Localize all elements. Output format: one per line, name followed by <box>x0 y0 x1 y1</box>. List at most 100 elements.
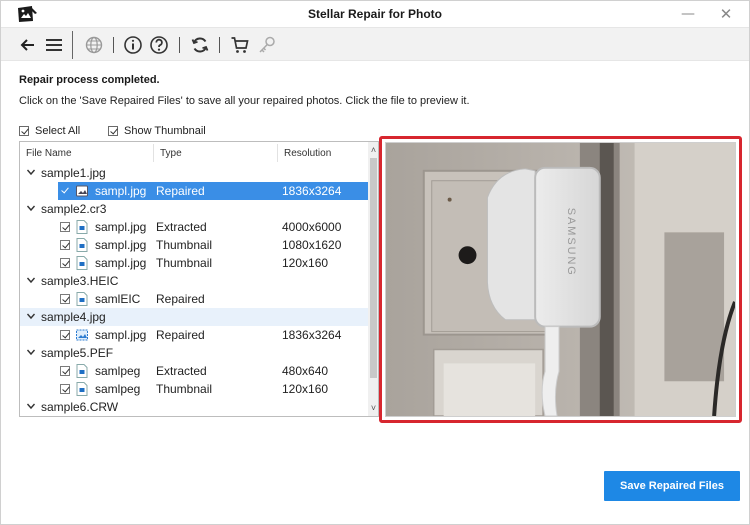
tree-file-row[interactable]: sampl.jpg Thumbnail 120x160 <box>20 254 368 272</box>
tree-file-row[interactable]: samlpeg Extracted 480x640 <box>20 362 368 380</box>
file-icon <box>76 238 88 252</box>
preview-image: SAMSUNG <box>386 143 735 416</box>
file-checkbox[interactable] <box>60 240 70 250</box>
show-thumbnail-checkbox[interactable]: Show Thumbnail <box>108 125 206 137</box>
close-button[interactable]: ✕ <box>711 3 741 25</box>
file-checkbox[interactable] <box>60 366 70 376</box>
globe-icon <box>85 36 103 54</box>
help-button[interactable] <box>148 34 170 56</box>
tree-file-row[interactable]: sampl.jpg Thumbnail 1080x1620 <box>20 236 368 254</box>
tree-file-row[interactable]: sampl.jpg Repaired 1836x3264 <box>20 326 368 344</box>
vertical-scrollbar[interactable]: ˄ ˅ <box>368 142 378 416</box>
file-name: samlEIC <box>95 292 141 306</box>
column-divider[interactable] <box>277 144 278 162</box>
file-name: sampl.jpg <box>95 256 147 270</box>
file-checkbox[interactable] <box>60 330 70 340</box>
chevron-down-icon[interactable] <box>26 347 36 357</box>
file-icon <box>76 220 88 234</box>
show-thumbnail-label: Show Thumbnail <box>124 125 206 137</box>
column-divider[interactable] <box>153 144 154 162</box>
chevron-down-icon[interactable] <box>26 167 36 177</box>
tree-header: File Name Type Resolution <box>20 142 368 164</box>
help-icon <box>150 36 168 54</box>
file-type: Repaired <box>156 328 205 342</box>
tree-file-row[interactable]: samlpeg Thumbnail 120x160 <box>20 380 368 398</box>
tree-group-row[interactable]: sample2.cr3 <box>20 200 368 218</box>
file-resolution: 1836x3264 <box>282 328 342 342</box>
file-name: samlpeg <box>95 364 141 378</box>
column-header-resolution[interactable]: Resolution <box>284 148 331 159</box>
file-type: Repaired <box>156 184 205 198</box>
group-name: sample5.PEF <box>41 346 114 360</box>
chevron-down-icon[interactable] <box>26 275 36 285</box>
activate-button[interactable] <box>256 34 278 56</box>
scrollbar-thumb[interactable] <box>370 158 377 378</box>
chevron-down-icon[interactable] <box>26 203 36 213</box>
image-preview-icon <box>76 329 88 341</box>
hamburger-menu-icon <box>46 39 62 51</box>
chevron-down-icon[interactable] <box>26 401 36 411</box>
brand-text: SAMSUNG <box>565 208 577 277</box>
file-checkbox[interactable] <box>60 222 70 232</box>
group-name: sample1.jpg <box>41 166 106 180</box>
save-repaired-files-button[interactable]: Save Repaired Files <box>604 471 740 501</box>
app-window: Stellar Repair for Photo — ✕ Repair proc… <box>0 0 750 525</box>
tree-group-row[interactable]: sample1.jpg <box>20 164 368 182</box>
tree-file-row[interactable]: samlEIC Repaired <box>20 290 368 308</box>
group-name: sample6.CRW <box>41 400 119 414</box>
file-name: samlpeg <box>95 382 141 396</box>
toolbar-divider <box>219 37 220 53</box>
image-file-icon <box>76 185 88 197</box>
tree-file-row[interactable]: sampl.jpg Extracted 4000x6000 <box>20 218 368 236</box>
status-message-instructions: Click on the 'Save Repaired Files' to sa… <box>19 95 470 107</box>
file-checkbox[interactable] <box>60 294 70 304</box>
minimize-button[interactable]: — <box>673 3 703 25</box>
tree-group-row[interactable]: sample4.jpg <box>20 308 368 326</box>
tree-rows: sample1.jpg sampl.jpg Repaired 1836x3264 sam… <box>20 164 368 416</box>
buy-button[interactable] <box>229 34 251 56</box>
file-icon <box>76 364 88 378</box>
file-type: Thumbnail <box>156 256 213 270</box>
chevron-down-icon[interactable] <box>26 311 36 321</box>
update-button[interactable] <box>189 34 211 56</box>
back-button[interactable] <box>17 34 39 56</box>
group-name: sample2.cr3 <box>41 202 107 216</box>
file-name: sampl.jpg <box>95 328 147 342</box>
scroll-up-icon[interactable]: ˄ <box>368 144 378 156</box>
select-all-label: Select All <box>35 125 81 137</box>
file-resolution: 4000x6000 <box>282 220 342 234</box>
file-type: Thumbnail <box>156 238 213 252</box>
file-type: Repaired <box>156 292 205 306</box>
cart-icon <box>231 37 249 53</box>
language-button[interactable] <box>83 34 105 56</box>
file-icon <box>76 256 88 270</box>
tree-group-row[interactable]: sample5.PEF <box>20 344 368 362</box>
info-button[interactable] <box>122 34 144 56</box>
window-title: Stellar Repair for Photo <box>307 7 443 21</box>
menu-button[interactable] <box>43 34 65 56</box>
file-type: Extracted <box>156 364 207 378</box>
file-type: Thumbnail <box>156 382 213 396</box>
title-bar: Stellar Repair for Photo — ✕ <box>1 1 749 27</box>
file-checkbox[interactable] <box>60 258 70 268</box>
toolbar-divider <box>113 37 114 53</box>
refresh-icon <box>191 37 209 53</box>
file-checkbox[interactable] <box>60 384 70 394</box>
file-tree: File Name Type Resolution sample1.jpg sam… <box>19 141 379 417</box>
tree-file-row[interactable]: sampl.jpg Repaired 1836x3264 <box>20 182 368 200</box>
file-checkbox[interactable] <box>60 186 70 196</box>
tree-group-row[interactable]: sample6.CRW <box>20 398 368 416</box>
toolbar-divider <box>72 31 73 59</box>
select-all-checkbox[interactable]: Select All <box>19 125 80 137</box>
column-header-file-name[interactable]: File Name <box>26 148 72 159</box>
photo-preview[interactable]: SAMSUNG <box>385 142 736 417</box>
column-header-type[interactable]: Type <box>160 148 182 159</box>
scroll-down-icon[interactable]: ˅ <box>368 402 378 414</box>
file-icon <box>76 292 88 306</box>
preview-highlight-frame: SAMSUNG <box>379 136 742 423</box>
tree-group-row[interactable]: sample3.HEIC <box>20 272 368 290</box>
select-all-check-box[interactable] <box>19 126 29 136</box>
file-resolution: 120x160 <box>282 382 329 396</box>
file-type: Extracted <box>156 220 207 234</box>
show-thumbnail-check-box[interactable] <box>108 126 118 136</box>
